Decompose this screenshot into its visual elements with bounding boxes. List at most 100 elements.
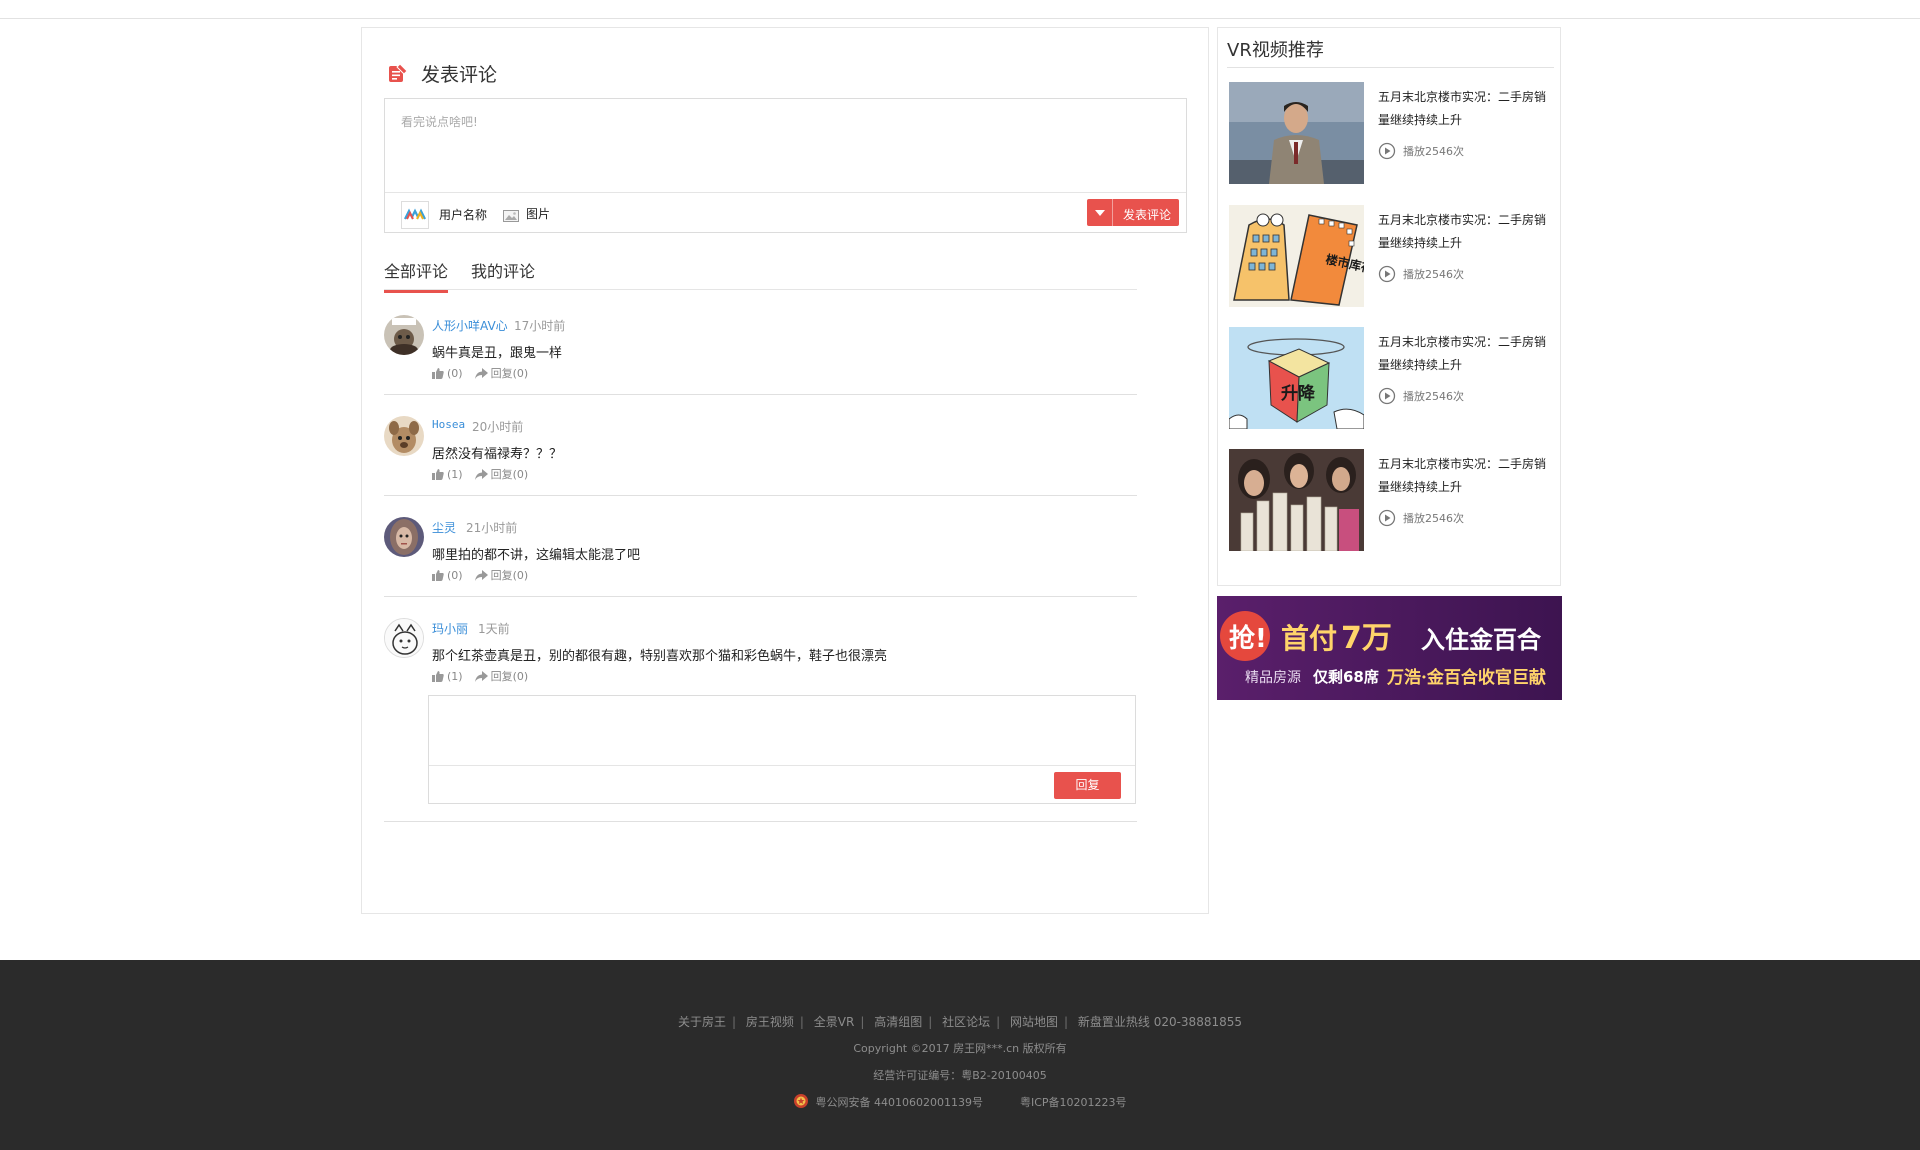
like-button[interactable]: (1) — [432, 670, 463, 683]
play-count-text: 播放2546次 — [1403, 268, 1464, 281]
footer-copyright: Copyright ©2017 房王网***.cn 版权所有 — [853, 1042, 1067, 1055]
tab-all-comments[interactable]: 全部评论 — [384, 258, 449, 293]
avatar[interactable] — [384, 618, 424, 658]
video-title[interactable]: 五月末北京楼市实况：二手房销量继续持续上升 — [1378, 86, 1554, 132]
video-item[interactable]: 楼市库存 五月末北京楼市实况：二手房销量继续持续上升 播放2546次 — [1229, 205, 1559, 307]
divider — [1227, 67, 1554, 68]
comment-time: 21小时前 — [466, 521, 518, 535]
comment-item: Hosea 20小时前 居然没有福禄寿？？？ (1) 回复(0) — [384, 416, 1137, 496]
comment-tabs: 全部评论 我的评论 — [384, 250, 1137, 293]
reply-button[interactable]: 回复(0) — [474, 365, 529, 381]
icp-record[interactable]: 粤ICP备10201223号 — [1020, 1096, 1127, 1109]
video-thumbnail[interactable]: 升降 — [1229, 327, 1364, 429]
reply-count: 回复(0) — [490, 367, 529, 380]
comment-actions: (1) 回复(0) — [432, 466, 540, 482]
reply-button[interactable]: 回复(0) — [474, 567, 528, 583]
like-button[interactable]: (0) — [432, 367, 463, 380]
comment-panel: 发表评论 看完说点啥吧! 用户名称 图片 发表评论 全部评论 我的评论 人形小咩… — [361, 27, 1209, 914]
caret-down-icon[interactable] — [1087, 199, 1113, 226]
play-count: 播放2546次 — [1378, 387, 1464, 405]
police-record[interactable]: 粤公网安备 44010602001139号 — [815, 1096, 982, 1109]
reply-arrow-icon — [474, 670, 488, 682]
comment-username[interactable]: 人形小咩AV心 — [432, 317, 508, 334]
avatar[interactable] — [384, 416, 424, 456]
play-circle-icon — [1378, 387, 1396, 405]
comment-input[interactable]: 看完说点啥吧! — [401, 113, 478, 130]
video-thumbnail[interactable]: 楼市库存 — [1229, 205, 1364, 307]
play-count: 播放2546次 — [1378, 509, 1464, 527]
comment-time: 1天前 — [478, 622, 510, 636]
footer-link-forum[interactable]: 社区论坛 — [942, 1015, 990, 1029]
footer-records: 粤公网安备 44010602001139号 粤ICP备10201223号 — [0, 1093, 1920, 1110]
play-circle-icon — [1378, 142, 1396, 160]
video-item[interactable]: 五月末北京楼市实况：二手房销量继续持续上升 播放2546次 — [1229, 449, 1559, 551]
ad-sub-b: 仅剩68席 — [1312, 668, 1379, 686]
picture-button[interactable]: 图片 — [526, 205, 550, 222]
top-divider — [0, 18, 1920, 19]
video-thumbnail[interactable] — [1229, 449, 1364, 551]
footer-link-video[interactable]: 房王视频 — [746, 1015, 794, 1029]
video-title[interactable]: 五月末北京楼市实况：二手房销量继续持续上升 — [1378, 331, 1554, 377]
video-title[interactable]: 五月末北京楼市实况：二手房销量继续持续上升 — [1378, 209, 1554, 255]
reply-count: 回复(0) — [490, 670, 529, 683]
comment-text: 蜗牛真是丑，跟鬼一样 — [432, 346, 563, 361]
play-count: 播放2546次 — [1378, 265, 1464, 283]
ad-grab-text: 抢! — [1229, 623, 1267, 654]
reply-arrow-icon — [474, 367, 488, 379]
video-thumbnail[interactable] — [1229, 82, 1364, 184]
ad-sub-a: 精品房源 — [1245, 670, 1301, 686]
police-badge-icon — [794, 1094, 809, 1108]
play-circle-icon — [1378, 509, 1396, 527]
play-circle-icon — [1378, 265, 1396, 283]
ad-banner[interactable]: 抢! 首付 7万 入住金百合 精品房源 仅剩68席 万浩·金百合收官巨献 — [1217, 596, 1562, 700]
user-name: 用户名称 — [439, 208, 488, 222]
footer-link-gallery[interactable]: 高清组图 — [874, 1015, 922, 1029]
ad-headline-b: 7万 — [1341, 621, 1392, 656]
edit-note-icon — [387, 62, 409, 84]
ad-headline-c: 入住金百合 — [1421, 626, 1542, 654]
avatar[interactable] — [384, 315, 424, 355]
reply-editor[interactable]: 回复 — [428, 695, 1136, 804]
picture-icon[interactable] — [503, 207, 519, 222]
play-count-text: 播放2546次 — [1403, 145, 1464, 158]
reply-arrow-icon — [474, 569, 488, 581]
reply-toolbar: 回复 — [429, 765, 1135, 803]
ad-headline-a: 首付 — [1281, 622, 1337, 655]
reply-button[interactable]: 回复(0) — [474, 466, 528, 482]
vr-video-panel: VR视频推荐 五月末北京楼市实况：二手房销量继续持续上升 播放2546次 楼市库… — [1217, 27, 1561, 586]
post-comment-header: 发表评论 — [387, 58, 497, 88]
like-count: (1) — [447, 467, 463, 481]
reply-button[interactable]: 回复(0) — [474, 668, 529, 684]
video-item[interactable]: 五月末北京楼市实况：二手房销量继续持续上升 播放2546次 — [1229, 82, 1559, 184]
submit-comment-label: 发表评论 — [1123, 208, 1172, 222]
editor-toolbar: 用户名称 图片 发表评论 — [385, 192, 1186, 232]
thumbs-up-icon — [432, 468, 444, 480]
play-count-text: 播放2546次 — [1403, 390, 1464, 403]
play-count: 播放2546次 — [1378, 142, 1464, 160]
play-count-text: 播放2546次 — [1403, 512, 1464, 525]
like-button[interactable]: (0) — [432, 569, 463, 582]
comment-text: 哪里拍的都不讲，这编辑太能混了吧 — [432, 548, 641, 563]
comment-username[interactable]: 玛小丽 — [432, 620, 468, 637]
video-item[interactable]: 升降 五月末北京楼市实况：二手房销量继续持续上升 播放2546次 — [1229, 327, 1559, 429]
reply-submit-button[interactable]: 回复 — [1054, 772, 1121, 799]
footer-link-vr[interactable]: 全景VR — [814, 1015, 855, 1029]
footer-link-hotline[interactable]: 新盘置业热线 020-38881855 — [1078, 1015, 1242, 1029]
comment-username[interactable]: Hosea — [432, 418, 465, 431]
video-title[interactable]: 五月末北京楼市实况：二手房销量继续持续上升 — [1378, 453, 1554, 499]
ad-sub-c: 万浩·金百合收官巨献 — [1386, 667, 1546, 688]
submit-comment-button[interactable]: 发表评论 — [1087, 199, 1179, 226]
comment-editor[interactable]: 看完说点啥吧! 用户名称 图片 发表评论 — [384, 98, 1187, 233]
avatar[interactable] — [384, 517, 424, 557]
site-footer: 关于房王 | 房王视频 | 全景VR | 高清组图 | 社区论坛 | 网站地图 | 新盘置业… — [0, 960, 1920, 1150]
comment-username[interactable]: 尘灵 — [432, 519, 456, 536]
footer-link-sitemap[interactable]: 网站地图 — [1010, 1015, 1058, 1029]
comment-item: 玛小丽 1天前 那个红茶壶真是丑，别的都很有趣，特别喜欢那个猫和彩色蜗牛，鞋子也… — [384, 618, 1137, 822]
tab-my-comments[interactable]: 我的评论 — [471, 258, 535, 290]
footer-link-about[interactable]: 关于房王 — [678, 1015, 726, 1029]
user-avatar — [401, 201, 429, 229]
comment-actions: (0) 回复(0) — [432, 365, 540, 381]
like-button[interactable]: (1) — [432, 468, 463, 481]
comment-time: 17小时前 — [514, 319, 566, 333]
comment-actions: (0) 回复(0) — [432, 567, 540, 583]
